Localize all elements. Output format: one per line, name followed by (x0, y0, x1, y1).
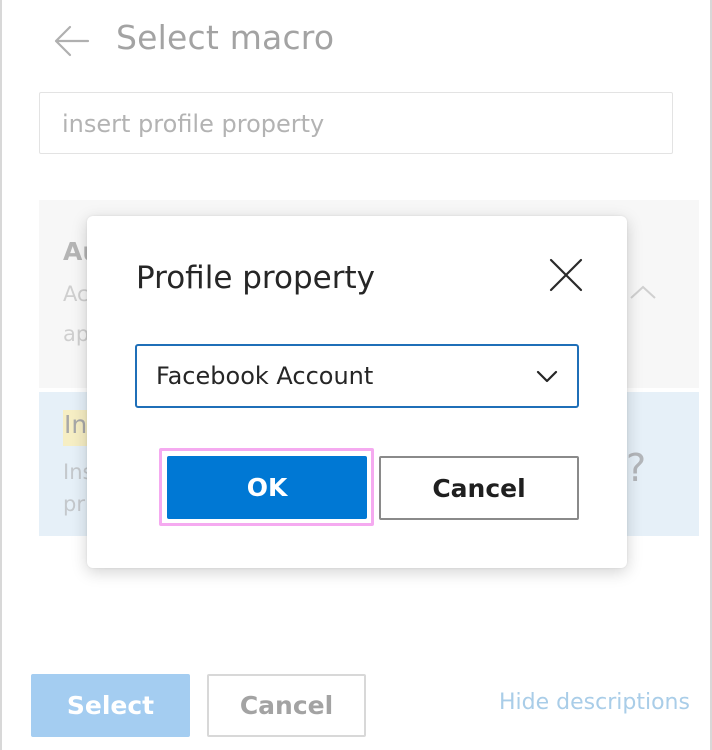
dialog-title: Profile property (136, 260, 375, 296)
panel-cancel-button[interactable]: Cancel (207, 674, 366, 737)
dialog-cancel-button[interactable]: Cancel (379, 456, 579, 520)
chevron-down-icon (536, 370, 558, 383)
macro-item-title: In (63, 410, 89, 446)
arrow-left-icon[interactable] (52, 24, 92, 58)
hide-descriptions-link[interactable]: Hide descriptions (499, 690, 690, 715)
macro-item-description: pr (63, 492, 85, 516)
profile-property-select[interactable]: Facebook Account (135, 344, 579, 408)
chevron-up-icon[interactable] (628, 282, 658, 302)
help-icon[interactable]: ? (626, 446, 646, 490)
panel-title: Select macro (116, 18, 335, 57)
profile-property-dialog: Profile property Facebook Account OK Can… (87, 216, 627, 568)
panel-left-border (0, 0, 2, 750)
ok-button[interactable]: OK (167, 456, 367, 519)
macro-item-description: Ac (63, 282, 89, 306)
close-icon[interactable] (546, 255, 586, 295)
macro-item-description: ap (63, 322, 90, 346)
select-button[interactable]: Select (31, 674, 190, 737)
selected-property-value: Facebook Account (156, 362, 374, 390)
search-input-value: insert profile property (62, 110, 325, 138)
